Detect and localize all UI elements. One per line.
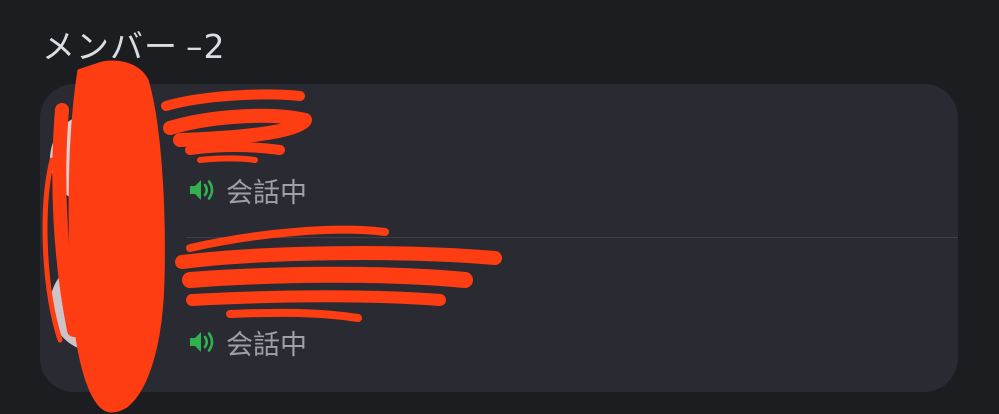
- member-row[interactable]: 会話中: [40, 238, 958, 392]
- status-label: 会話中: [226, 177, 307, 209]
- avatar[interactable]: [50, 258, 144, 352]
- avatar[interactable]: [50, 112, 144, 206]
- members-title: メンバー: [42, 27, 178, 66]
- members-screen: メンバー –2 会話中 会話中: [0, 0, 999, 414]
- status-label: 会話中: [226, 329, 307, 361]
- member-count: 2: [203, 27, 226, 66]
- members-list-card: 会話中 会話中: [40, 84, 958, 392]
- member-row[interactable]: 会話中: [40, 84, 958, 238]
- member-status: 会話中: [188, 324, 307, 361]
- speaker-icon: [188, 329, 216, 355]
- member-status: 会話中: [188, 172, 307, 209]
- members-section-header: メンバー –2: [42, 20, 226, 68]
- speaker-icon: [188, 177, 216, 203]
- header-separator: –: [186, 27, 204, 66]
